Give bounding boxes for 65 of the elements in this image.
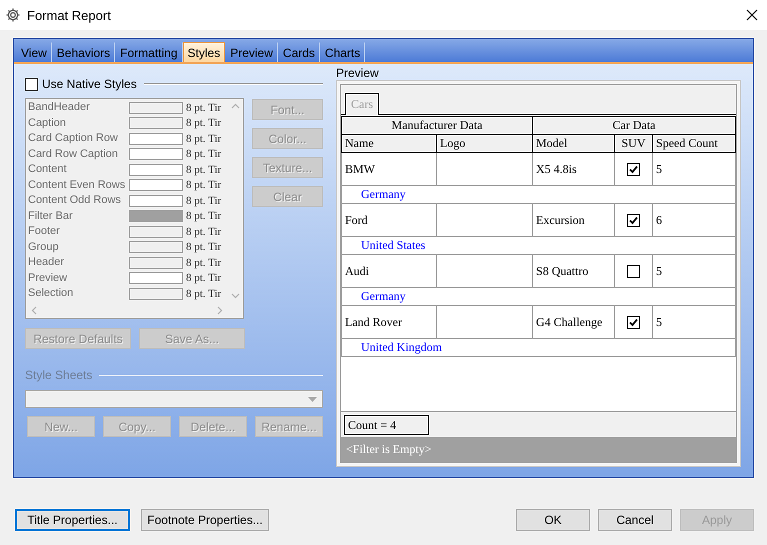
font-description: 8 pt. Tir (186, 179, 222, 192)
table-cell: 5 (652, 254, 736, 288)
table-cell: S8 Quattro (532, 254, 615, 288)
button[interactable]: Cancel (598, 509, 672, 531)
font-description: 8 pt. Tir (186, 226, 222, 238)
tab[interactable]: Preview (225, 42, 278, 62)
button[interactable]: Footnote Properties... (141, 509, 269, 531)
section-label: Preview (336, 67, 380, 80)
tab[interactable]: Cards (278, 42, 320, 62)
checkbox[interactable] (627, 316, 640, 330)
column-header[interactable]: Model (532, 134, 615, 152)
table-cell: Land Rover (342, 306, 436, 338)
table-cell: Ford (342, 204, 436, 236)
font-description: 8 pt. Tir (186, 288, 222, 300)
count-box: Count = 4 (344, 414, 429, 434)
tab[interactable]: Cars (345, 93, 379, 115)
table-cell: Audi (342, 254, 436, 288)
table-cell: BMW (342, 152, 436, 186)
tab[interactable]: Behaviors (52, 42, 116, 62)
font-description: 8 pt. Tir (186, 117, 222, 130)
tab[interactable]: Styles (182, 42, 226, 62)
column-header[interactable]: Name (342, 134, 436, 152)
dropdown-caret-icon (308, 396, 317, 402)
group-row[interactable]: United States (342, 236, 736, 254)
font-description: 8 pt. Tir (186, 210, 222, 222)
gear-icon (5, 7, 21, 23)
checkbox[interactable] (25, 78, 38, 90)
group-row[interactable]: Germany (342, 186, 736, 204)
font-description: 8 pt. Tir (186, 256, 222, 269)
band-header: Manufacturer Data (342, 116, 533, 134)
band-header: Car Data (532, 116, 736, 134)
tab[interactable]: Charts (320, 42, 366, 62)
font-description: 8 pt. Tir (186, 164, 222, 176)
checkbox[interactable] (627, 265, 640, 278)
window-title: Format Report (27, 8, 112, 22)
column-header[interactable]: Speed Count (652, 134, 736, 152)
scroll-up-icon (231, 103, 240, 109)
button[interactable]: Title Properties... (15, 509, 130, 531)
group-row[interactable]: United Kingdom (342, 338, 736, 356)
scroll-right-icon (217, 306, 223, 315)
checkbox[interactable] (627, 163, 640, 176)
table-cell: Excursion (532, 204, 615, 236)
table-cell: 5 (652, 152, 736, 186)
button[interactable]: OK (516, 509, 590, 531)
table-cell: 6 (652, 204, 736, 236)
font-description: 8 pt. Tir (186, 148, 222, 160)
font-description: 8 pt. Tir (186, 272, 222, 284)
table-cell: X5 4.8is (532, 152, 615, 186)
scroll-left-icon (31, 306, 37, 315)
checkbox-label[interactable]: Use Native Styles (42, 77, 137, 91)
group-row[interactable]: Germany (342, 288, 736, 306)
table-cell: G4 Challenge (532, 306, 615, 338)
font-description: 8 pt. Tir (186, 194, 222, 207)
font-description: 8 pt. Tir (186, 132, 222, 145)
scroll-down-icon (231, 293, 240, 299)
tab[interactable]: View (16, 42, 52, 62)
font-description: 8 pt. Tir (186, 241, 222, 254)
group-label: Style Sheets (25, 368, 92, 382)
column-header[interactable]: SUV (614, 134, 653, 152)
table-cell: 5 (652, 306, 736, 338)
filter-bar[interactable]: <Filter is Empty> (341, 437, 736, 462)
column-header[interactable]: Logo (436, 134, 533, 152)
checkbox[interactable] (627, 214, 640, 228)
close-icon[interactable] (746, 9, 758, 21)
font-description: 8 pt. Tir (186, 102, 222, 114)
